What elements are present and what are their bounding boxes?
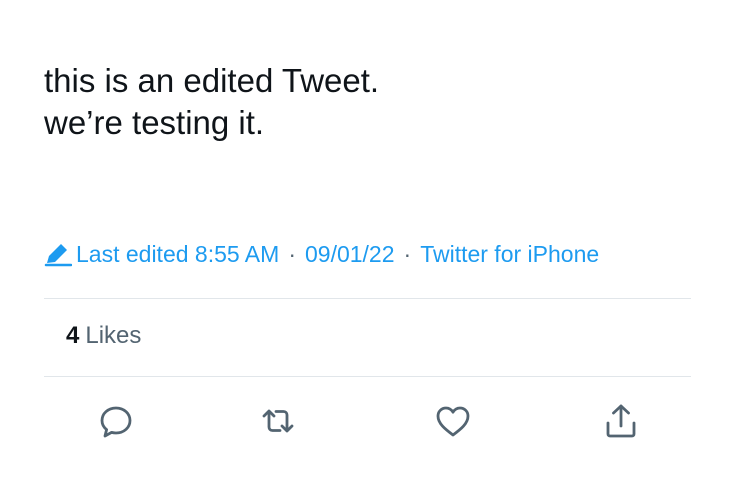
source-link[interactable]: Twitter for iPhone xyxy=(420,241,599,268)
tweet-text: this is an edited Tweet. we’re testing i… xyxy=(44,60,379,144)
tweet-text-line-1: this is an edited Tweet. xyxy=(44,62,380,99)
tweet-text-line-2: we’re testing it. xyxy=(44,104,265,141)
edit-date[interactable]: 09/01/22 xyxy=(305,241,395,268)
edit-time: 8:55 AM xyxy=(194,240,280,267)
heart-icon xyxy=(436,406,470,437)
likes-count: 4 xyxy=(66,322,80,349)
meta-separator: · xyxy=(403,240,412,267)
tweet-meta: Last edited 8:55 AM · 09/01/22 · Twitter… xyxy=(44,238,599,270)
last-edited-label: Last edited xyxy=(76,240,189,267)
share-button[interactable] xyxy=(598,398,644,444)
share-icon xyxy=(606,404,636,438)
retweet-button[interactable] xyxy=(255,398,301,444)
reply-icon xyxy=(100,406,132,438)
action-bar xyxy=(0,398,740,444)
like-button[interactable] xyxy=(430,398,476,444)
reply-button[interactable] xyxy=(93,398,139,444)
retweet-icon xyxy=(262,409,294,433)
last-edited-link[interactable]: Last edited 8:55 AM xyxy=(76,241,279,268)
pencil-icon xyxy=(44,244,72,267)
divider xyxy=(44,298,691,299)
meta-separator: · xyxy=(288,240,296,267)
likes-link[interactable]: 4 Likes xyxy=(66,322,141,350)
likes-label: Likes xyxy=(85,322,142,349)
divider xyxy=(44,376,691,377)
